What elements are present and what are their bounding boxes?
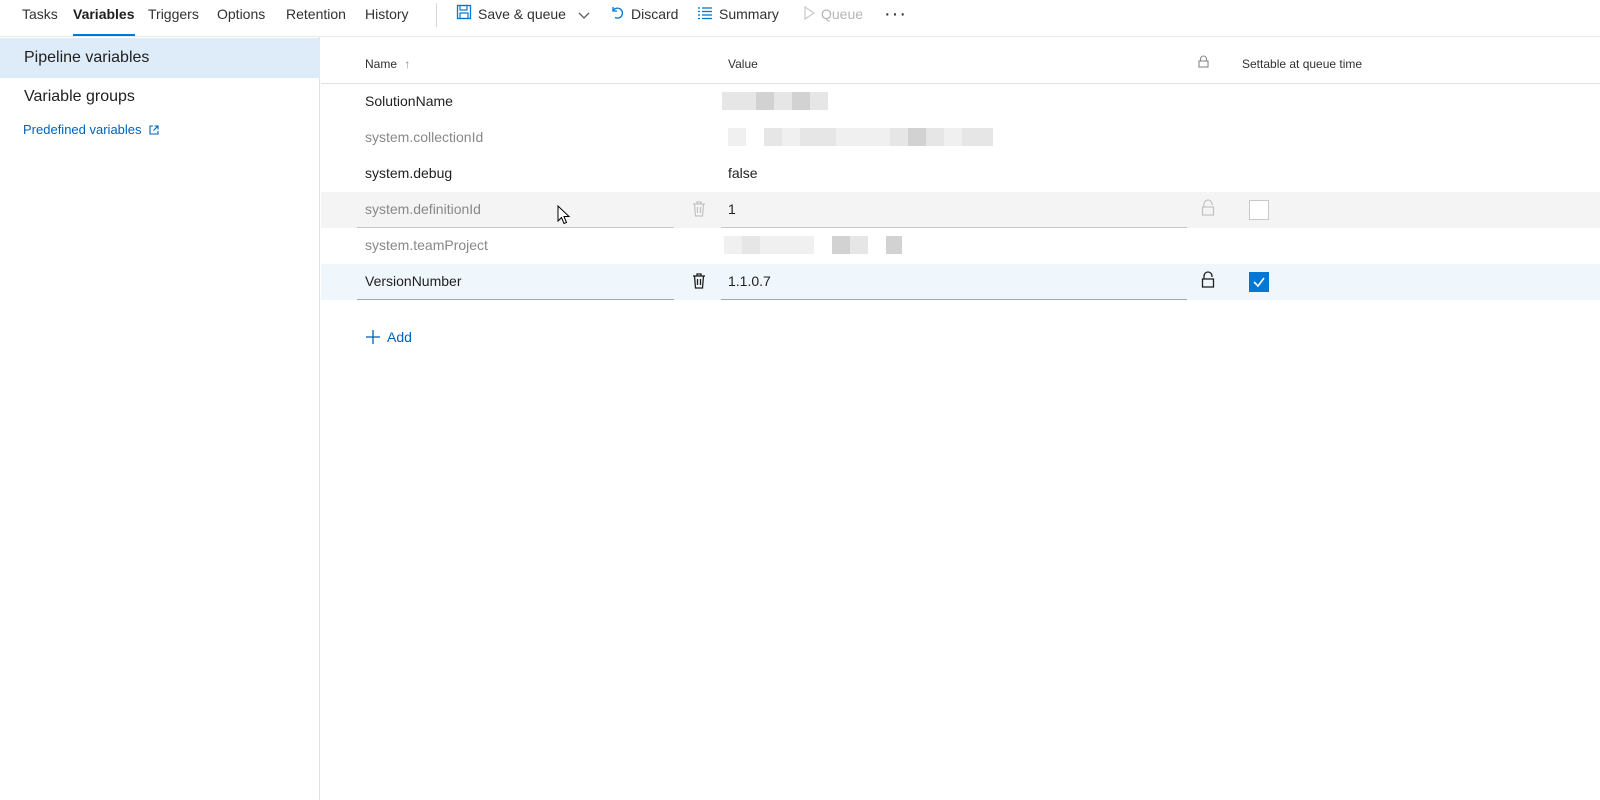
chevron-down-icon[interactable] bbox=[578, 1, 590, 29]
variable-value[interactable]: 1.1.0.7 bbox=[728, 273, 771, 289]
tab-history[interactable]: History bbox=[365, 0, 409, 36]
redacted-value bbox=[722, 92, 828, 110]
variable-row[interactable]: SolutionName bbox=[321, 84, 1600, 120]
name-field-underline bbox=[357, 299, 674, 300]
variable-row[interactable]: system.definitionId 1 bbox=[321, 192, 1600, 228]
tab-variables[interactable]: Variables bbox=[73, 0, 135, 36]
variable-row[interactable]: system.collectionId bbox=[321, 120, 1600, 156]
queue-label: Queue bbox=[821, 6, 864, 22]
nav-item-variable-groups[interactable]: Variable groups bbox=[0, 77, 320, 117]
delete-icon[interactable] bbox=[691, 272, 707, 290]
save-queue-label: Save & queue bbox=[478, 6, 566, 22]
add-variable-button[interactable]: Add bbox=[365, 329, 412, 348]
more-options-icon[interactable]: ··· bbox=[884, 2, 907, 26]
variable-value[interactable]: false bbox=[728, 165, 758, 181]
summary-label: Summary bbox=[719, 6, 779, 22]
variable-value[interactable]: 1 bbox=[728, 201, 736, 217]
toolbar-divider bbox=[436, 3, 437, 27]
variable-name[interactable]: SolutionName bbox=[365, 93, 453, 109]
predefined-variables-link[interactable]: Predefined variables bbox=[23, 122, 159, 138]
lock-icon[interactable] bbox=[1201, 199, 1217, 219]
sort-ascending-icon: ↑ bbox=[404, 57, 411, 71]
tab-retention[interactable]: Retention bbox=[286, 0, 346, 36]
save-queue-button[interactable]: Save & queue bbox=[456, 0, 590, 30]
delete-icon[interactable] bbox=[691, 200, 707, 218]
variable-row[interactable]: VersionNumber 1.1.0.7 bbox=[321, 264, 1600, 300]
plus-icon bbox=[365, 329, 381, 348]
queue-button[interactable]: Queue bbox=[803, 0, 863, 30]
tab-tasks[interactable]: Tasks bbox=[22, 0, 58, 36]
grid-header: Name ↑ Value Settable at queue time bbox=[321, 37, 1600, 84]
undo-icon bbox=[609, 1, 625, 29]
variable-row[interactable]: system.teamProject bbox=[321, 228, 1600, 264]
name-column-header[interactable]: Name ↑ bbox=[365, 57, 410, 71]
variable-name[interactable]: system.debug bbox=[365, 165, 452, 181]
discard-button[interactable]: Discard bbox=[609, 0, 678, 30]
list-icon bbox=[697, 1, 713, 29]
tab-triggers[interactable]: Triggers bbox=[148, 0, 199, 36]
add-label: Add bbox=[387, 329, 412, 346]
nav-item-pipeline-variables[interactable]: Pipeline variables bbox=[0, 38, 320, 78]
variable-name[interactable]: system.definitionId bbox=[365, 201, 481, 217]
variable-row[interactable]: system.debug false bbox=[321, 156, 1600, 192]
left-nav-panel: Pipeline variables Variable groups Prede… bbox=[0, 37, 320, 800]
external-link-icon bbox=[149, 123, 159, 138]
redacted-value bbox=[728, 128, 993, 146]
secret-lock-icon bbox=[1198, 55, 1209, 71]
mouse-cursor-icon bbox=[557, 204, 571, 225]
save-icon bbox=[456, 1, 472, 29]
summary-button[interactable]: Summary bbox=[697, 0, 779, 30]
variable-name: system.collectionId bbox=[365, 129, 484, 145]
name-header-label: Name bbox=[365, 57, 398, 71]
variable-name: system.teamProject bbox=[365, 237, 488, 253]
value-field-underline bbox=[721, 299, 1187, 300]
checkmark-icon bbox=[1253, 277, 1265, 288]
value-column-header: Value bbox=[728, 57, 758, 71]
tab-options[interactable]: Options bbox=[217, 0, 265, 36]
variable-name[interactable]: VersionNumber bbox=[365, 273, 462, 289]
settable-checkbox[interactable] bbox=[1249, 200, 1269, 220]
lock-icon[interactable] bbox=[1201, 271, 1217, 291]
top-toolbar: Tasks Variables Triggers Options Retenti… bbox=[0, 0, 1600, 37]
redacted-value bbox=[724, 236, 902, 254]
play-icon bbox=[803, 1, 816, 29]
settable-checkbox[interactable] bbox=[1249, 272, 1269, 292]
discard-label: Discard bbox=[631, 6, 679, 22]
predefined-variables-label: Predefined variables bbox=[23, 122, 142, 137]
settable-column-header: Settable at queue time bbox=[1242, 57, 1363, 71]
